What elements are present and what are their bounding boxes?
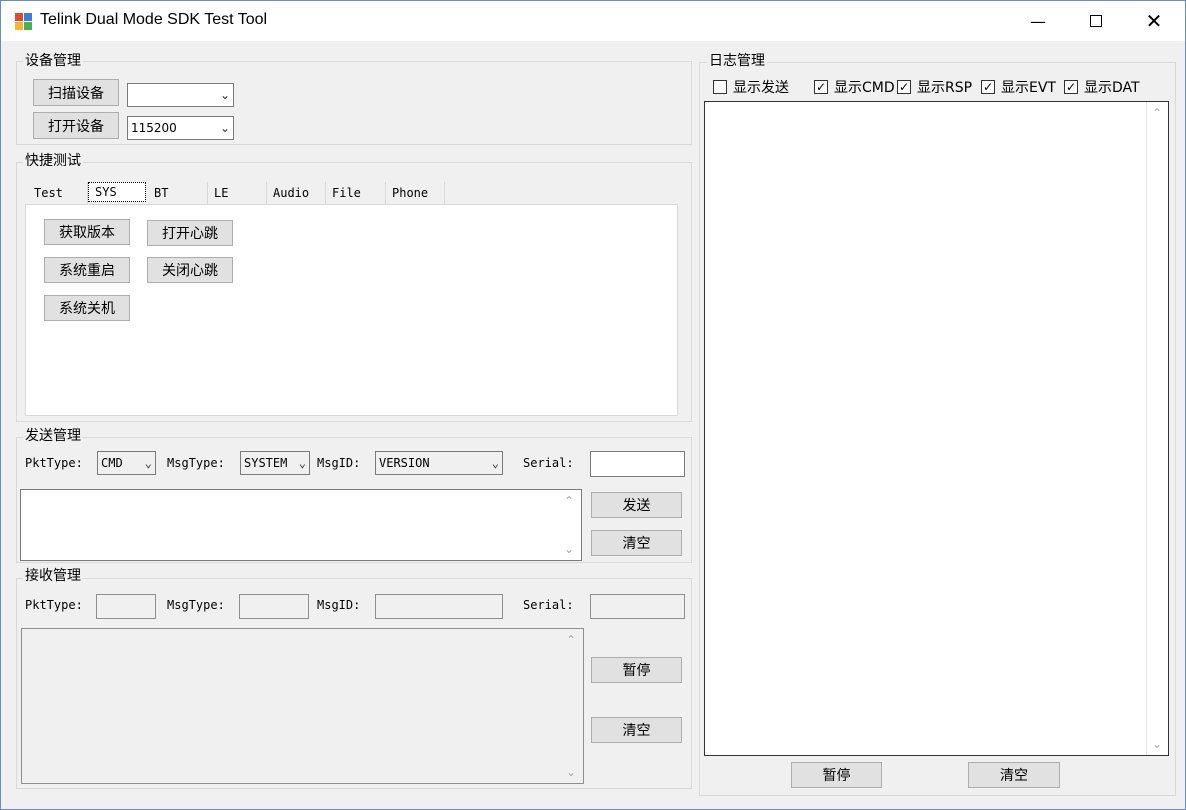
app-window: Telink Dual Mode SDK Test Tool — ✕ 设备管理 …	[0, 0, 1186, 810]
close-icon: ✕	[1145, 9, 1163, 33]
recv-pkt-type-field	[96, 594, 156, 619]
log-textarea[interactable]: ⌃ ⌄	[704, 101, 1169, 756]
checkmark-icon: ✓	[1064, 80, 1078, 94]
send-payload-textarea[interactable]: ⌃ ⌄	[20, 489, 582, 561]
checkbox-label: 显示DAT	[1084, 80, 1140, 96]
send-msg-type-value: SYSTEM	[244, 456, 288, 470]
scroll-down-icon[interactable]: ⌄	[1152, 737, 1162, 751]
open-device-button[interactable]: 打开设备	[33, 112, 119, 139]
send-serial-label: Serial:	[523, 456, 574, 470]
reboot-button[interactable]: 系统重启	[44, 257, 130, 283]
scroll-up-icon[interactable]: ⌃	[1152, 106, 1162, 120]
receive-group-label: 接收管理	[23, 568, 83, 584]
send-serial-input[interactable]	[590, 451, 685, 477]
scan-device-button[interactable]: 扫描设备	[33, 79, 119, 106]
quick-test-group-label: 快捷测试	[23, 153, 83, 169]
send-button[interactable]: 发送	[591, 492, 682, 518]
recv-msg-type-label: MsgType:	[167, 598, 225, 612]
recv-serial-label: Serial:	[523, 598, 574, 612]
tab-le[interactable]: LE	[208, 182, 267, 204]
scroll-up-icon[interactable]: ⌃	[566, 633, 576, 647]
device-select[interactable]: ⌄	[127, 83, 234, 107]
title-bar: Telink Dual Mode SDK Test Tool — ✕	[1, 1, 1185, 41]
send-msg-id-label: MsgID:	[317, 456, 361, 470]
chevron-down-icon: ⌄	[491, 456, 499, 470]
minimize-button[interactable]: —	[1009, 1, 1067, 41]
open-heartbeat-button[interactable]: 打开心跳	[147, 220, 233, 246]
tab-file[interactable]: File	[326, 182, 386, 204]
show-dat-checkbox[interactable]: ✓ 显示DAT	[1064, 77, 1140, 97]
recv-serial-field	[590, 594, 685, 619]
checkmark-icon: ✓	[897, 80, 911, 94]
checkbox-label: 显示CMD	[834, 80, 895, 96]
maximize-icon	[1090, 15, 1102, 27]
send-pkt-type-select[interactable]: CMD ⌄	[97, 451, 156, 475]
recv-msg-type-field	[239, 594, 309, 619]
send-msg-id-value: VERSION	[379, 456, 430, 470]
shutdown-button[interactable]: 系统关机	[44, 295, 130, 321]
close-heartbeat-button[interactable]: 关闭心跳	[147, 257, 233, 283]
tab-phone[interactable]: Phone	[386, 182, 445, 204]
app-icon	[15, 13, 32, 30]
baud-rate-select[interactable]: 115200 ⌄	[127, 116, 234, 140]
baud-rate-value: 115200	[131, 121, 177, 135]
log-pause-button[interactable]: 暂停	[791, 762, 882, 788]
get-version-button[interactable]: 获取版本	[44, 219, 130, 245]
minimize-icon: —	[1030, 11, 1046, 31]
recv-msg-id-field	[375, 594, 503, 619]
checkbox-box	[713, 80, 727, 94]
recv-payload-textarea[interactable]: ⌃ ⌄	[21, 628, 584, 784]
checkbox-label: 显示发送	[733, 80, 789, 96]
scroll-down-icon[interactable]: ⌄	[564, 542, 574, 556]
send-pkt-type-value: CMD	[101, 456, 123, 470]
checkmark-icon: ✓	[814, 80, 828, 94]
scroll-up-icon[interactable]: ⌃	[564, 494, 574, 508]
send-msg-type-select[interactable]: SYSTEM ⌄	[240, 451, 310, 475]
send-pkt-type-label: PktType:	[25, 456, 83, 470]
maximize-button[interactable]	[1067, 1, 1125, 41]
recv-clear-button[interactable]: 清空	[591, 717, 682, 743]
recv-msg-id-label: MsgID:	[317, 598, 361, 612]
send-clear-button[interactable]: 清空	[591, 530, 682, 556]
log-group-label: 日志管理	[707, 53, 767, 69]
send-msg-type-label: MsgType:	[167, 456, 225, 470]
tab-bt[interactable]: BT	[148, 182, 208, 204]
checkmark-icon: ✓	[981, 80, 995, 94]
chevron-down-icon: ⌄	[144, 456, 152, 470]
checkbox-label: 显示EVT	[1001, 80, 1056, 96]
window-title: Telink Dual Mode SDK Test Tool	[40, 11, 268, 28]
chevron-down-icon: ⌄	[219, 121, 230, 135]
chevron-down-icon: ⌄	[298, 456, 306, 470]
log-scrollbar[interactable]	[1146, 102, 1168, 755]
checkbox-label: 显示RSP	[917, 80, 973, 96]
chevron-down-icon: ⌄	[219, 88, 230, 102]
log-clear-button[interactable]: 清空	[968, 762, 1060, 788]
show-send-checkbox[interactable]: 显示发送	[713, 77, 789, 97]
tab-audio[interactable]: Audio	[267, 182, 326, 204]
device-group-label: 设备管理	[23, 53, 83, 69]
tab-test[interactable]: Test	[28, 182, 88, 204]
tab-sys[interactable]: SYS	[88, 182, 146, 202]
show-rsp-checkbox[interactable]: ✓ 显示RSP	[897, 77, 972, 97]
show-evt-checkbox[interactable]: ✓ 显示EVT	[981, 77, 1056, 97]
recv-pause-button[interactable]: 暂停	[591, 657, 682, 683]
show-cmd-checkbox[interactable]: ✓ 显示CMD	[814, 77, 895, 97]
scroll-down-icon[interactable]: ⌄	[566, 765, 576, 779]
send-msg-id-select[interactable]: VERSION ⌄	[375, 451, 503, 475]
close-button[interactable]: ✕	[1125, 1, 1183, 41]
recv-pkt-type-label: PktType:	[25, 598, 83, 612]
send-group-label: 发送管理	[23, 428, 83, 444]
